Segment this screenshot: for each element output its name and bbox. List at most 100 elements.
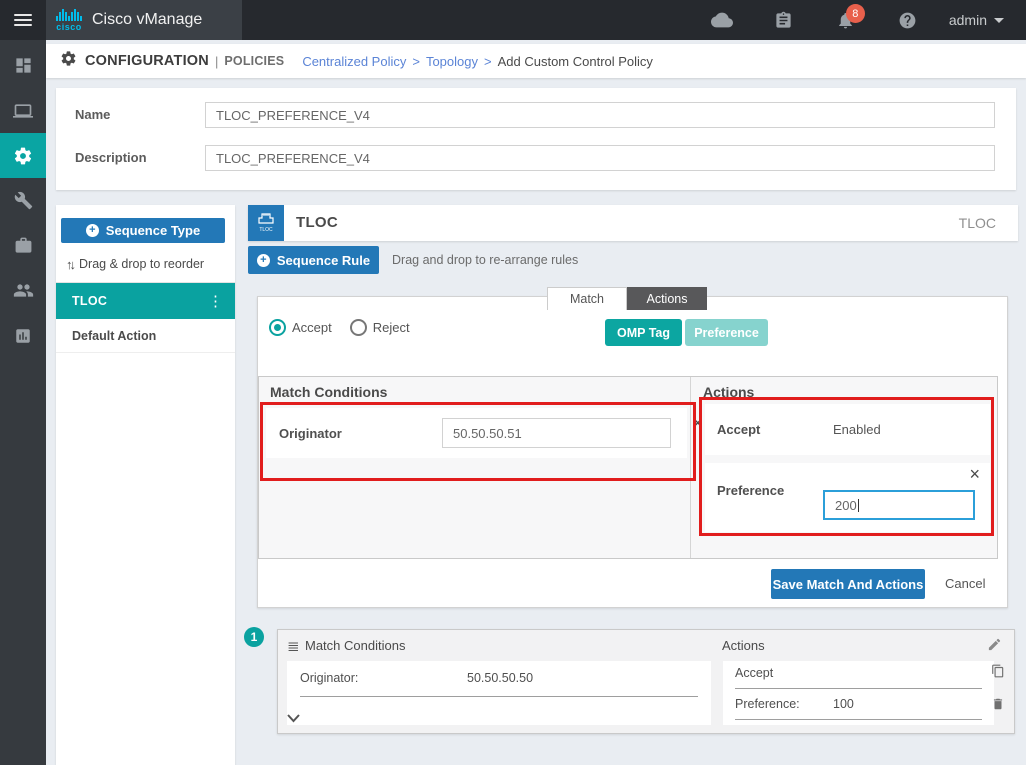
top-bar: cisco Cisco vManage 8 admin: [0, 0, 1026, 40]
accept-action-label: Accept: [717, 422, 760, 437]
actions-title: Actions: [703, 384, 754, 400]
conditions-section: Match Conditions Actions Originator × Ac…: [258, 376, 998, 559]
collapse-chevron-icon[interactable]: [287, 710, 300, 728]
sequence-panel: + Sequence Type ↑↓ Drag & drop to reorde…: [56, 205, 235, 765]
breadcrumb-link-centralized-policy[interactable]: Centralized Policy: [302, 54, 406, 69]
originator-label: Originator: [279, 426, 342, 441]
tasks-icon[interactable]: [753, 0, 815, 40]
add-sequence-rule-button[interactable]: + Sequence Rule: [248, 246, 379, 274]
policy-description-input[interactable]: [205, 145, 995, 171]
briefcase-icon: [14, 236, 33, 255]
kebab-menu-icon[interactable]: ⋮: [208, 294, 223, 309]
rule-editor-header: TLOC TLOC TLOC: [248, 205, 1018, 241]
preference-input-value: 200: [835, 498, 857, 513]
drag-handle-icon[interactable]: ≣: [287, 637, 300, 655]
app-title: Cisco vManage: [92, 11, 202, 29]
accept-radio[interactable]: [269, 319, 286, 336]
accept-action-value: Enabled: [833, 422, 881, 437]
omp-tag-button[interactable]: OMP Tag: [605, 319, 682, 346]
edit-icon[interactable]: [987, 637, 1002, 657]
sidebar-item-administration[interactable]: [0, 268, 46, 313]
preference-input[interactable]: 200: [823, 490, 975, 520]
accept-action-row: Accept Enabled: [705, 404, 990, 455]
breadcrumb-pipe: |: [215, 54, 218, 69]
reorder-hint-label: Drag & drop to reorder: [79, 257, 204, 271]
admin-label: admin: [949, 12, 987, 28]
breadcrumb-subsection: POLICIES: [224, 54, 284, 68]
breadcrumb-separator: >: [412, 54, 420, 69]
reject-radio[interactable]: [350, 319, 367, 336]
rule-actions-title: Actions: [722, 638, 765, 653]
match-conditions-title: Match Conditions: [270, 384, 387, 400]
notification-badge: 8: [846, 4, 865, 23]
text-cursor: [858, 499, 859, 512]
sequence-item-tloc[interactable]: TLOC ⋮: [56, 283, 235, 319]
match-actions-editor: Accept Reject OMP Tag Preference Match C…: [257, 296, 1008, 608]
side-navigation: [0, 40, 46, 765]
tloc-type-icon: TLOC: [248, 205, 284, 241]
tloc-icon-text: TLOC: [259, 227, 273, 233]
preference-action-row: Preference × 200: [705, 463, 990, 532]
dashboard-icon: [14, 56, 33, 75]
description-label: Description: [75, 150, 147, 165]
tab-match[interactable]: Match: [547, 287, 627, 310]
sidebar-item-dashboard[interactable]: [0, 43, 46, 88]
sidebar-item-configuration[interactable]: [0, 133, 46, 178]
editor-title: TLOC: [296, 214, 338, 231]
breadcrumb-section: CONFIGURATION: [85, 53, 209, 69]
tab-actions[interactable]: Actions: [627, 287, 707, 310]
sidebar-item-monitor[interactable]: [0, 88, 46, 133]
preference-button[interactable]: Preference: [685, 319, 768, 346]
monitor-icon: [13, 101, 33, 121]
gear-icon: [13, 146, 33, 166]
saved-rule-card[interactable]: ≣ Match Conditions Actions Originator: 5…: [277, 629, 1015, 734]
help-icon[interactable]: [877, 0, 939, 40]
rule-preference-value: 100: [833, 697, 854, 711]
users-icon: [13, 280, 34, 301]
cisco-logo-icon: cisco: [56, 9, 82, 32]
sidebar-item-analytics[interactable]: [0, 313, 46, 358]
originator-input[interactable]: [442, 418, 671, 448]
delete-icon[interactable]: [991, 697, 1005, 716]
copy-icon[interactable]: [991, 664, 1005, 683]
add-sequence-type-button[interactable]: + Sequence Type: [61, 218, 225, 243]
plus-icon: +: [257, 254, 270, 267]
admin-user-menu[interactable]: admin: [939, 0, 1026, 40]
bar-chart-icon: [14, 327, 32, 345]
rule-index-badge: 1: [244, 627, 264, 647]
configuration-gear-icon: [60, 50, 77, 72]
hamburger-icon: [14, 11, 32, 29]
close-icon[interactable]: ×: [969, 467, 980, 481]
editor-type-label: TLOC: [959, 215, 996, 231]
name-label: Name: [75, 107, 110, 122]
cisco-wordmark: cisco: [56, 22, 82, 32]
accept-radio-label: Accept: [292, 320, 332, 335]
breadcrumb-separator: >: [484, 54, 492, 69]
cloud-status-icon[interactable]: [691, 0, 753, 40]
breadcrumb: CONFIGURATION | POLICIES Centralized Pol…: [46, 44, 1026, 78]
brand-area: cisco Cisco vManage: [46, 0, 242, 40]
sidebar-item-maintenance[interactable]: [0, 223, 46, 268]
close-icon[interactable]: ×: [692, 416, 703, 430]
cancel-button[interactable]: Cancel: [945, 576, 985, 591]
chevron-down-icon: [994, 18, 1004, 23]
breadcrumb-link-topology[interactable]: Topology: [426, 54, 478, 69]
rule-actions-box: Accept Preference: 100: [723, 661, 994, 725]
add-sequence-type-label: Sequence Type: [106, 223, 200, 238]
reject-radio-label: Reject: [373, 320, 410, 335]
default-action-item[interactable]: Default Action: [56, 319, 235, 353]
menu-toggle-button[interactable]: [0, 0, 46, 40]
rule-originator-label: Originator:: [300, 671, 358, 685]
wrench-icon: [14, 191, 33, 210]
rule-preference-label: Preference:: [735, 697, 800, 711]
reorder-arrows-icon: ↑↓: [66, 257, 73, 272]
rule-accept-label: Accept: [735, 666, 773, 680]
rearrange-hint: Drag and drop to re-arrange rules: [392, 253, 578, 267]
plus-icon: +: [86, 224, 99, 237]
sidebar-item-tools[interactable]: [0, 178, 46, 223]
notifications-bell-icon[interactable]: 8: [815, 0, 877, 40]
policy-name-input[interactable]: [205, 102, 995, 128]
save-match-actions-button[interactable]: Save Match And Actions: [771, 569, 925, 599]
originator-row: Originator ×: [266, 408, 687, 458]
rule-originator-value: 50.50.50.50: [467, 671, 533, 685]
